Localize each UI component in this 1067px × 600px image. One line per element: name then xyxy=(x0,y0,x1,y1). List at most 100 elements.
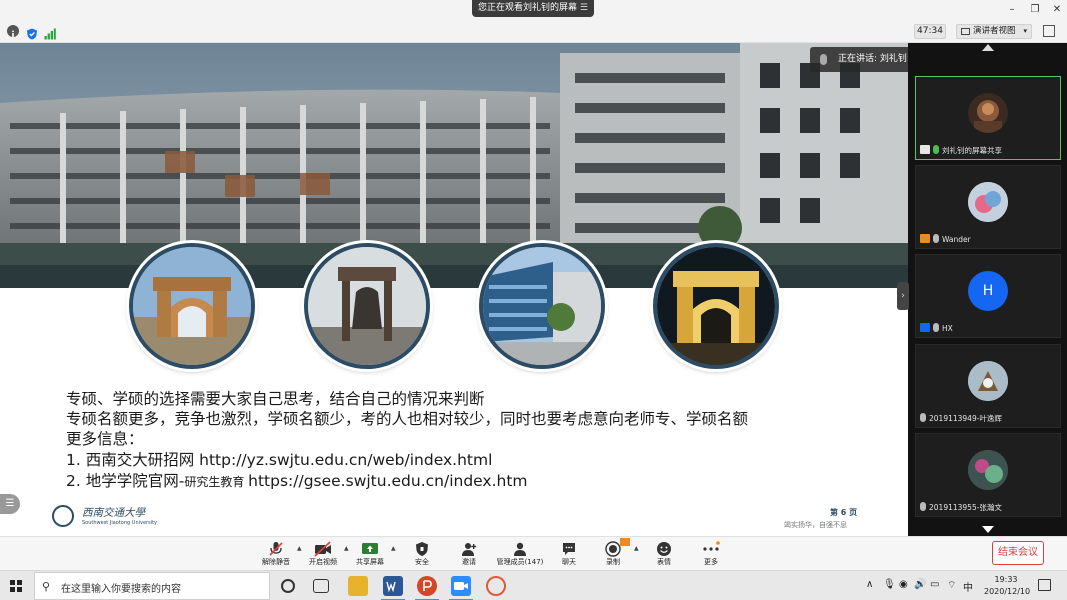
participant-tile[interactable]: 刘礼钊的屏幕共享 xyxy=(915,76,1061,160)
notification-icon[interactable] xyxy=(1038,579,1051,591)
microphone-icon xyxy=(820,54,827,65)
microphone-icon xyxy=(933,145,939,154)
meeting-control-bar: 解除静音 ▲ 开启视频 ▲ 共享屏幕 ▲ 安全 邀请 管理成员(147) 聊天 xyxy=(0,536,1067,570)
participant-name: Wander xyxy=(920,234,971,245)
participant-tile[interactable]: Wander xyxy=(915,165,1061,249)
close-button[interactable]: ✕ xyxy=(1050,3,1064,17)
more-button[interactable]: 更多 xyxy=(691,541,731,569)
list-item-2-label: 2. 地学学院官网- xyxy=(66,472,185,490)
user-icon xyxy=(920,234,930,243)
info-icon[interactable] xyxy=(7,25,19,37)
maximize-button[interactable]: ❐ xyxy=(1028,3,1042,17)
shield-icon[interactable] xyxy=(26,25,38,40)
reactions-button[interactable]: 表情 xyxy=(644,541,684,569)
scroll-up-icon[interactable] xyxy=(982,44,994,51)
grid-view-icon xyxy=(961,28,970,35)
volume-icon[interactable]: 🔊 xyxy=(914,579,926,590)
battery-icon[interactable]: ▭ xyxy=(930,579,939,590)
task-view-icon[interactable] xyxy=(313,579,329,593)
search-icon: ⚲ xyxy=(42,580,51,593)
file-explorer-icon[interactable] xyxy=(348,576,368,596)
network-icon[interactable]: ⌔ xyxy=(947,579,956,592)
zoom-app-icon[interactable] xyxy=(449,576,473,600)
start-video-button[interactable]: 开启视频 xyxy=(303,541,343,569)
avatar xyxy=(968,182,1008,222)
manage-participants-button[interactable]: 管理成员(147) xyxy=(494,541,546,569)
tray-app-icon[interactable]: ◉ xyxy=(899,579,908,590)
campus-gate-photo xyxy=(129,243,255,369)
unmute-button[interactable]: 解除静音 xyxy=(256,541,296,569)
user-icon xyxy=(920,323,930,332)
slide-list-item-2: 2. 地学学院官网-研究生教育 https://gsee.swjtu.edu.c… xyxy=(66,472,528,491)
security-button[interactable]: 安全 xyxy=(402,541,442,569)
mic-muted-icon xyxy=(933,234,939,243)
record-label: 录制 xyxy=(606,558,620,566)
manage-participants-label: 管理成员(147) xyxy=(496,558,544,566)
participant-name-text: HX xyxy=(942,324,953,333)
mic-muted-icon xyxy=(920,502,926,511)
participant-name-text: 2019113949-叶逸辉 xyxy=(929,414,1002,423)
chat-button[interactable]: 聊天 xyxy=(549,541,589,569)
yz-link[interactable]: http://yz.swjtu.edu.cn/web/index.html xyxy=(199,451,492,469)
invite-button[interactable]: 邀请 xyxy=(449,541,489,569)
view-mode-label: 演讲者视图 xyxy=(973,26,1016,36)
collapse-panel-icon[interactable]: › xyxy=(897,282,909,310)
university-seal-icon xyxy=(52,505,74,527)
view-mode-dropdown[interactable]: 演讲者视图 ▾ xyxy=(956,24,1032,39)
more-label: 更多 xyxy=(704,558,718,566)
university-english-name: Southwest Jiaotong University xyxy=(82,520,158,526)
share-options-icon[interactable]: ▲ xyxy=(391,545,396,552)
campus-building-photo xyxy=(0,43,908,288)
signal-strength-icon[interactable] xyxy=(44,25,56,40)
avatar xyxy=(968,450,1008,490)
word-icon[interactable] xyxy=(381,576,405,600)
tray-mic-icon[interactable]: 🎙 xyxy=(883,579,896,590)
mic-muted-icon xyxy=(920,413,926,422)
powerpoint-icon[interactable] xyxy=(415,576,439,600)
slide-page-number: 第 6 页 xyxy=(830,508,858,517)
record-icon xyxy=(605,541,621,557)
minimize-button[interactable]: – xyxy=(1005,3,1019,17)
meeting-info-bar: 47:34 演讲者视图 ▾ xyxy=(0,20,1067,43)
share-menu-icon[interactable]: ☰ xyxy=(580,0,588,17)
participant-name-text: 2019113955-张瀚文 xyxy=(929,503,1002,512)
participant-name-text: 刘礼钊的屏幕共享 xyxy=(942,146,1002,155)
system-clock[interactable]: 19:33 2020/12/10 xyxy=(984,574,1031,598)
participant-tile[interactable]: 2019113955-张瀚文 xyxy=(915,433,1061,517)
chat-label: 聊天 xyxy=(562,558,576,566)
taskbar-search-box[interactable]: ⚲ 在这里输入你要搜索的内容 xyxy=(34,572,270,600)
avatar xyxy=(968,361,1008,401)
participant-tile[interactable]: H HX xyxy=(915,254,1061,338)
participant-tile[interactable]: 2019113949-叶逸辉 xyxy=(915,344,1061,428)
record-options-icon[interactable]: ▲ xyxy=(634,545,639,552)
slide-line-2: 专硕名额更多，竞争也激烈，学硕名额少，考的人也相对较少，同时也要考虑意向老师专、… xyxy=(66,410,749,428)
active-speaker-label: 正在讲话: 刘礼钊: xyxy=(838,54,910,64)
list-item-1-label: 1. 西南交大研招网 xyxy=(66,451,200,469)
scroll-down-icon[interactable] xyxy=(982,526,994,533)
invite-label: 邀请 xyxy=(462,558,476,566)
end-meeting-button[interactable]: 结束会议 xyxy=(992,541,1044,565)
input-method-indicator[interactable]: 中 xyxy=(963,579,973,594)
windows-start-icon[interactable] xyxy=(10,580,22,592)
screen: 您正在观看刘礼钊的屏幕 ☰ – ❐ ✕ 47:34 演讲者视图 ▾ 专硕、学硕的… xyxy=(0,0,1067,600)
start-video-label: 开启视频 xyxy=(309,558,337,566)
fullscreen-icon[interactable] xyxy=(1043,25,1055,37)
security-label: 安全 xyxy=(415,558,429,566)
audio-options-icon[interactable]: ▲ xyxy=(297,545,302,552)
university-motto: 竭实扬华，自强不息 xyxy=(784,521,847,529)
cortana-icon[interactable] xyxy=(281,579,295,593)
smiley-icon xyxy=(657,542,671,556)
side-menu-icon[interactable]: ☰ xyxy=(0,494,20,514)
participant-name: 2019113949-叶逸辉 xyxy=(920,413,1002,424)
share-screen-button[interactable]: 共享屏幕 xyxy=(350,541,390,569)
tray-expand-icon[interactable]: ∧ xyxy=(866,579,873,590)
chrome-icon[interactable] xyxy=(486,576,506,596)
video-options-icon[interactable]: ▲ xyxy=(344,545,349,552)
mic-muted-icon xyxy=(933,323,939,332)
modern-building-photo xyxy=(479,243,605,369)
gsee-link[interactable]: https://gsee.swjtu.edu.cn/index.htm xyxy=(248,472,527,490)
reactions-label: 表情 xyxy=(657,558,671,566)
clock-date: 2020/12/10 xyxy=(984,587,1031,596)
screen-share-indicator[interactable]: 您正在观看刘礼钊的屏幕 ☰ xyxy=(472,0,594,17)
chat-icon xyxy=(563,543,575,555)
